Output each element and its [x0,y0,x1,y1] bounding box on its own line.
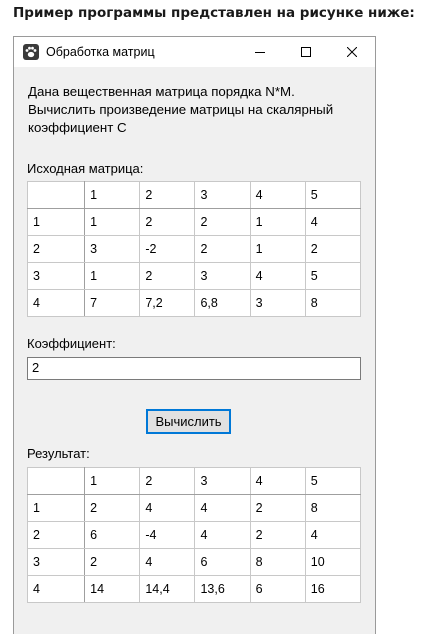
column-header[interactable]: 4 [249,181,306,209]
app-window: Обработка матриц Дана вещественная матри… [13,36,376,634]
column-header[interactable]: 5 [304,181,362,209]
grid-cell[interactable]: 2 [84,548,141,576]
grid-cell[interactable]: 4 [304,521,362,549]
column-header[interactable]: 2 [139,467,196,495]
table-row: 4 7 7,2 6,8 3 8 [26,289,362,317]
grid-cell[interactable]: 3 [194,262,251,290]
grid-cell[interactable]: 6 [249,575,306,603]
grid-cell[interactable]: 1 [249,208,306,236]
row-header[interactable]: 1 [26,494,86,522]
grid-header-row: 1 2 3 4 5 [26,467,362,495]
grid-cell[interactable]: 4 [139,548,196,576]
grid-cell[interactable]: 2 [249,521,306,549]
table-row: 4 14 14,4 13,6 6 16 [26,575,362,603]
task-description: Дана вещественная матрица порядка N*M. В… [28,83,368,137]
grid-cell[interactable]: 6 [194,548,251,576]
grid-cell[interactable]: 6 [84,521,141,549]
page-caption: Пример программы представлен на рисунке … [13,5,415,21]
close-button[interactable] [329,37,375,67]
window-title: Обработка матриц [46,45,155,59]
coefficient-label: Коэффициент: [27,336,116,351]
row-header[interactable]: 4 [26,575,86,603]
grid-cell[interactable]: 4 [194,521,251,549]
result-matrix-grid[interactable]: 1 2 3 4 5 1 2 4 4 2 8 2 6 -4 4 2 4 3 2 4… [26,467,362,603]
coefficient-input[interactable]: 2 [27,357,361,380]
result-label: Результат: [27,446,90,461]
grid-cell[interactable]: 5 [304,262,362,290]
column-header[interactable]: 2 [139,181,196,209]
grid-cell[interactable]: 3 [84,235,141,263]
minimize-icon [255,52,265,53]
calculate-button[interactable]: Вычислить [146,409,231,434]
grid-cell[interactable]: 2 [194,235,251,263]
column-header[interactable]: 5 [304,467,362,495]
description-line: Дана вещественная матрица порядка N*M. [28,84,295,99]
grid-cell[interactable]: 2 [139,262,196,290]
grid-cell[interactable]: 4 [194,494,251,522]
grid-cell[interactable]: -2 [139,235,196,263]
row-header[interactable]: 2 [26,521,86,549]
table-row: 3 2 4 6 8 10 [26,548,362,576]
row-header[interactable]: 3 [26,262,86,290]
grid-cell[interactable]: 4 [139,494,196,522]
grid-cell[interactable]: 1 [84,208,141,236]
row-header[interactable]: 1 [26,208,86,236]
grid-cell[interactable]: 16 [304,575,362,603]
grid-cell[interactable]: 8 [304,494,362,522]
grid-cell[interactable]: 13,6 [194,575,251,603]
column-header[interactable]: 1 [84,181,141,209]
grid-cell[interactable]: 3 [249,289,306,317]
grid-cell[interactable]: 4 [249,262,306,290]
grid-cell[interactable]: 2 [84,494,141,522]
column-header[interactable]: 3 [194,467,251,495]
description-line: коэффициент C [28,120,127,135]
grid-cell[interactable]: 7,2 [139,289,196,317]
grid-corner-cell [26,467,86,495]
grid-cell[interactable]: 10 [304,548,362,576]
column-header[interactable]: 1 [84,467,141,495]
grid-cell[interactable]: 6,8 [194,289,251,317]
table-row: 2 3 -2 2 1 2 [26,235,362,263]
grid-cell[interactable]: 2 [249,494,306,522]
title-bar[interactable]: Обработка матриц [14,37,375,67]
table-row: 3 1 2 3 4 5 [26,262,362,290]
close-icon [347,47,357,57]
grid-cell[interactable]: 2 [304,235,362,263]
grid-corner-cell [26,181,86,209]
grid-cell[interactable]: 2 [139,208,196,236]
grid-header-row: 1 2 3 4 5 [26,181,362,209]
maximize-icon [301,47,311,57]
grid-cell[interactable]: 1 [84,262,141,290]
table-row: 1 2 4 4 2 8 [26,494,362,522]
grid-cell[interactable]: 8 [304,289,362,317]
row-header[interactable]: 2 [26,235,86,263]
maximize-button[interactable] [283,37,329,67]
grid-cell[interactable]: 14 [84,575,141,603]
row-header[interactable]: 4 [26,289,86,317]
table-row: 1 1 2 2 1 4 [26,208,362,236]
column-header[interactable]: 4 [249,467,306,495]
source-matrix-grid[interactable]: 1 2 3 4 5 1 1 2 2 1 4 2 3 -2 2 1 2 3 1 2… [26,181,362,317]
column-header[interactable]: 3 [194,181,251,209]
table-row: 2 6 -4 4 2 4 [26,521,362,549]
paw-icon [23,44,39,60]
grid-cell[interactable]: 1 [249,235,306,263]
grid-cell[interactable]: 2 [194,208,251,236]
grid-cell[interactable]: 4 [304,208,362,236]
grid-cell[interactable]: -4 [139,521,196,549]
minimize-button[interactable] [237,37,283,67]
description-line: Вычислить произведение матрицы на скаляр… [28,102,334,117]
row-header[interactable]: 3 [26,548,86,576]
grid-cell[interactable]: 8 [249,548,306,576]
source-matrix-label: Исходная матрица: [27,161,144,176]
grid-cell[interactable]: 14,4 [139,575,196,603]
grid-cell[interactable]: 7 [84,289,141,317]
